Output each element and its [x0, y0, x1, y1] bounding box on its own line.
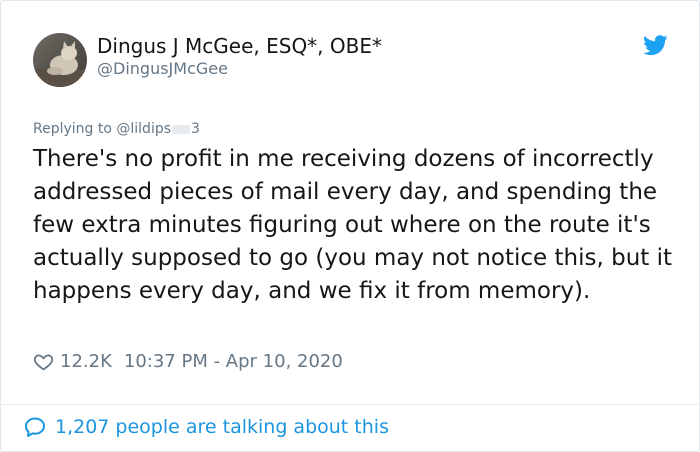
avatar[interactable]	[33, 33, 87, 87]
divider	[1, 404, 699, 405]
redaction-block	[172, 124, 191, 134]
conversation-link[interactable]: 1,207 people are talking about this	[23, 415, 389, 439]
replying-to-prefix: Replying to	[33, 121, 117, 137]
reply-handle-end[interactable]: 3	[191, 121, 200, 137]
twitter-bird-icon[interactable]	[643, 35, 668, 56]
cat-photo-avatar	[33, 33, 87, 87]
like-count[interactable]: 12.2K	[60, 351, 112, 372]
author-display-name[interactable]: Dingus J McGee, ESQ*, OBE*	[97, 34, 382, 58]
tweet-text: There's no profit in me receiving dozens…	[33, 146, 673, 304]
author-handle[interactable]: @DingusJMcGee	[97, 59, 228, 78]
heart-icon[interactable]	[33, 351, 54, 372]
reply-handle-start[interactable]: @lildips	[116, 121, 171, 137]
embedded-tweet-card: Dingus J McGee, ESQ*, OBE* @DingusJMcGee…	[0, 0, 700, 452]
conversation-text[interactable]: 1,207 people are talking about this	[55, 416, 389, 438]
tweet-timestamp[interactable]: 10:37 PM - Apr 10, 2020	[124, 351, 343, 372]
speech-bubble-icon	[25, 417, 45, 437]
replying-to-line: Replying to @lildips 3	[33, 121, 200, 137]
tweet-meta: 12.2K 10:37 PM - Apr 10, 2020	[33, 351, 343, 372]
